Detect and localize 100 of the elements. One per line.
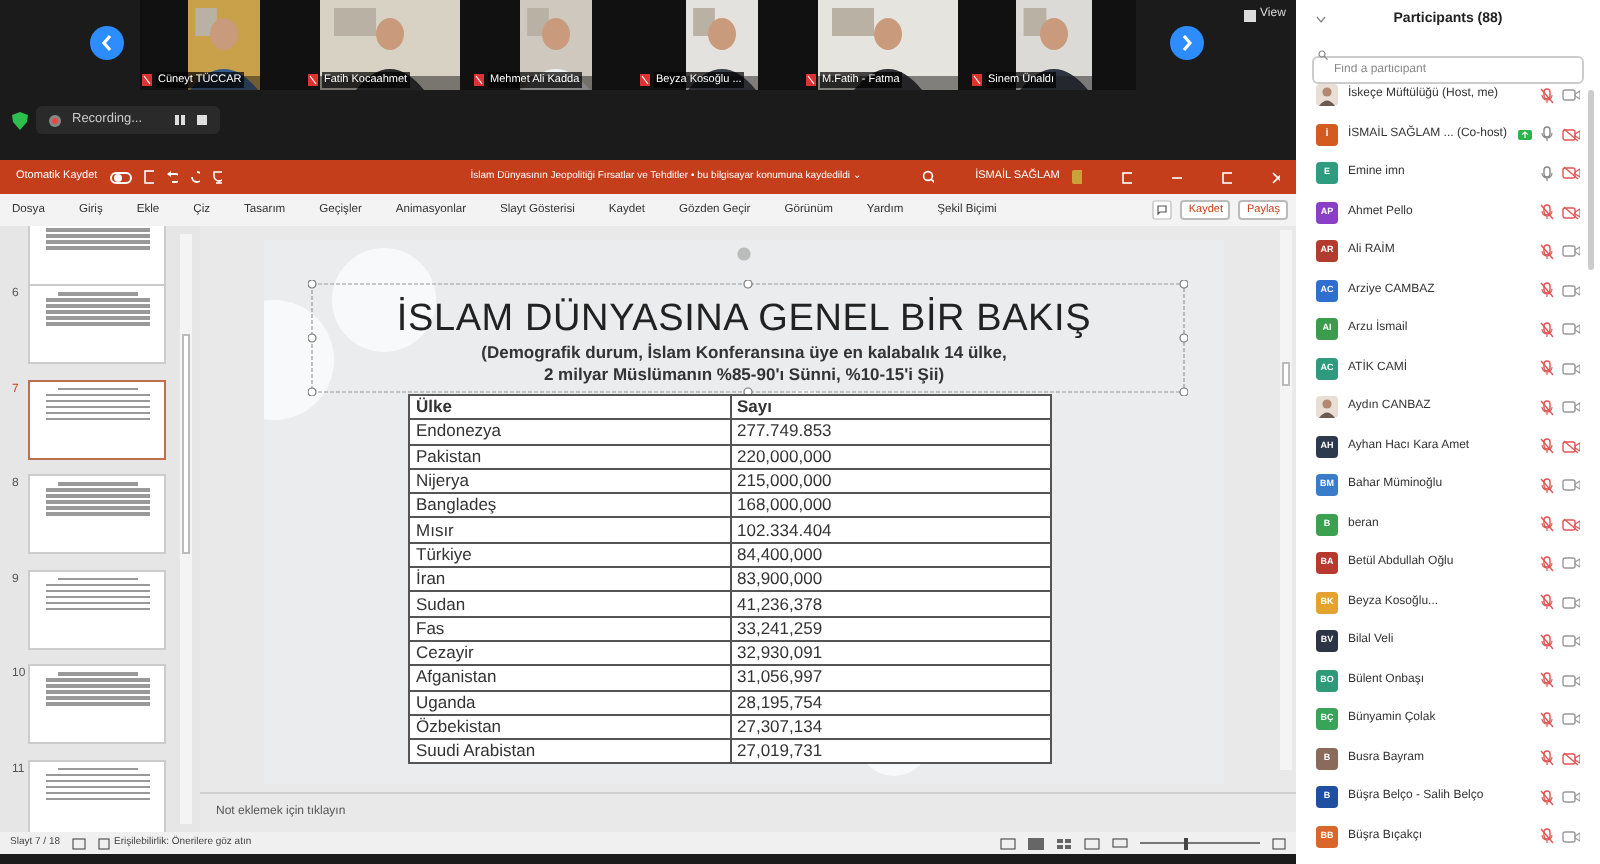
muted-mic-icon[interactable] — [1540, 633, 1554, 650]
table-cell: 28,195,754 — [730, 690, 1051, 715]
table-cell: Mısır — [409, 517, 730, 543]
camera-icon[interactable] — [1562, 634, 1580, 649]
rotate-handle-icon[interactable] — [736, 246, 752, 262]
muted-mic-icon — [474, 73, 484, 86]
collapse-icon[interactable] — [1316, 16, 1326, 24]
camera-icon[interactable] — [1562, 478, 1580, 493]
muted-mic-icon[interactable] — [1540, 243, 1554, 260]
previous-button[interactable] — [90, 26, 124, 60]
table-cell: 220,000,000 — [730, 444, 1051, 469]
stop-icon[interactable] — [196, 114, 208, 126]
video-off-icon[interactable] — [1562, 205, 1580, 220]
muted-mic-icon[interactable] — [1540, 594, 1554, 611]
video-off-icon[interactable] — [1562, 751, 1580, 766]
video-off-icon[interactable] — [1562, 166, 1580, 181]
slide-thumbnail[interactable] — [30, 286, 164, 362]
text-box-selection[interactable] — [308, 280, 1188, 396]
search-icon[interactable] — [922, 170, 934, 184]
muted-mic-icon[interactable] — [1540, 87, 1554, 104]
muted-mic-icon[interactable] — [1540, 321, 1554, 338]
sorter-view-icon[interactable] — [1056, 837, 1072, 849]
table-cell: Nijerya — [409, 468, 730, 494]
camera-icon[interactable] — [1562, 790, 1580, 805]
minimize-icon[interactable] — [1172, 171, 1183, 183]
muted-mic-icon[interactable] — [1540, 438, 1554, 455]
user-avatar-icon[interactable] — [1071, 170, 1082, 184]
table-cell: Suudi Arabistan — [409, 739, 730, 764]
muted-mic-icon[interactable] — [1540, 672, 1554, 689]
slideshow-icon[interactable] — [1112, 837, 1128, 849]
muted-mic-icon — [142, 73, 152, 86]
table-cell: 33,241,259 — [730, 616, 1051, 641]
table-cell: Afganistan — [409, 665, 730, 691]
muted-mic-icon[interactable] — [1540, 516, 1554, 533]
muted-mic-icon[interactable] — [1540, 789, 1554, 806]
camera-icon[interactable] — [1562, 361, 1580, 376]
slide-thumbnail[interactable] — [30, 381, 164, 457]
slide-thumbnail[interactable] — [30, 761, 164, 832]
camera-icon[interactable] — [1562, 244, 1580, 259]
spell-check-icon[interactable] — [72, 837, 87, 849]
table-cell: 31,056,997 — [730, 665, 1051, 691]
comment-icon[interactable] — [1152, 200, 1173, 220]
table-cell: 27,019,731 — [730, 739, 1051, 764]
next-button[interactable] — [1170, 26, 1204, 60]
muted-mic-icon[interactable] — [1540, 828, 1554, 845]
muted-mic-icon[interactable] — [1540, 555, 1554, 572]
muted-mic-icon[interactable] — [1540, 399, 1554, 416]
video-off-icon[interactable] — [1562, 127, 1580, 142]
pause-icon[interactable] — [174, 114, 186, 126]
chevron-right-icon — [1180, 34, 1194, 52]
mic-icon[interactable] — [1540, 165, 1554, 182]
camera-icon[interactable] — [1562, 829, 1580, 844]
zoom-slider-track[interactable] — [1140, 837, 1260, 849]
table-cell: Özbekistan — [409, 714, 730, 740]
camera-icon[interactable] — [1562, 595, 1580, 610]
muted-mic-icon[interactable] — [1540, 282, 1554, 299]
slide-thumbnail[interactable] — [30, 571, 164, 647]
camera-icon[interactable] — [1562, 88, 1580, 103]
table-cell: 277.749.853 — [730, 419, 1051, 445]
video-off-icon[interactable] — [1562, 517, 1580, 532]
mic-icon[interactable] — [1540, 126, 1554, 143]
scrollbar[interactable] — [1280, 230, 1292, 770]
undo-icon[interactable] — [166, 170, 178, 184]
table-cell: Uganda — [409, 690, 730, 715]
muted-mic-icon[interactable] — [1540, 711, 1554, 728]
slide-thumbnail[interactable] — [30, 476, 164, 552]
camera-icon[interactable] — [1562, 283, 1580, 298]
autosave-toggle[interactable] — [109, 171, 132, 183]
table-cell: Bangladeş — [409, 493, 730, 518]
camera-icon[interactable] — [1562, 322, 1580, 337]
muted-mic-icon[interactable] — [1540, 204, 1554, 221]
camera-icon[interactable] — [1562, 712, 1580, 727]
muted-mic-icon[interactable] — [1540, 477, 1554, 494]
video-off-icon[interactable] — [1562, 439, 1580, 454]
shield-icon — [12, 112, 28, 130]
fit-slide-icon[interactable] — [1272, 837, 1286, 849]
slide-thumbnail[interactable] — [30, 226, 164, 286]
table-cell: 32,930,091 — [730, 640, 1051, 666]
table-cell: Cezayir — [409, 640, 730, 666]
normal-view-icon[interactable] — [1028, 837, 1044, 849]
camera-icon[interactable] — [1562, 556, 1580, 571]
accessibility-icon[interactable] — [98, 837, 111, 849]
notes-icon[interactable] — [1000, 837, 1016, 849]
camera-icon[interactable] — [1562, 673, 1580, 688]
camera-icon[interactable] — [1562, 400, 1580, 415]
muted-mic-icon[interactable] — [1540, 750, 1554, 767]
muted-mic-icon[interactable] — [1540, 360, 1554, 377]
muted-mic-icon — [972, 73, 982, 86]
muted-mic-icon — [806, 73, 816, 86]
scrollbar[interactable] — [1588, 90, 1594, 270]
table-cell: 83,900,000 — [730, 567, 1051, 592]
zoom-slider-thumb[interactable] — [1184, 837, 1189, 849]
table-cell: 168,000,000 — [730, 493, 1051, 518]
scrollbar[interactable] — [180, 234, 192, 824]
slide-thumbnail[interactable] — [30, 666, 164, 742]
subtitle-line: 2 milyar Müslümanın %85-90'ı Sünni, %10-15'i Şii) — [543, 363, 945, 384]
slide-title: İSLAM DÜNYASINA GENEL BİR BAKIŞ — [396, 298, 1092, 342]
reading-view-icon[interactable] — [1084, 837, 1100, 849]
muted-mic-icon — [640, 73, 650, 86]
table-cell: Türkiye — [409, 542, 730, 568]
